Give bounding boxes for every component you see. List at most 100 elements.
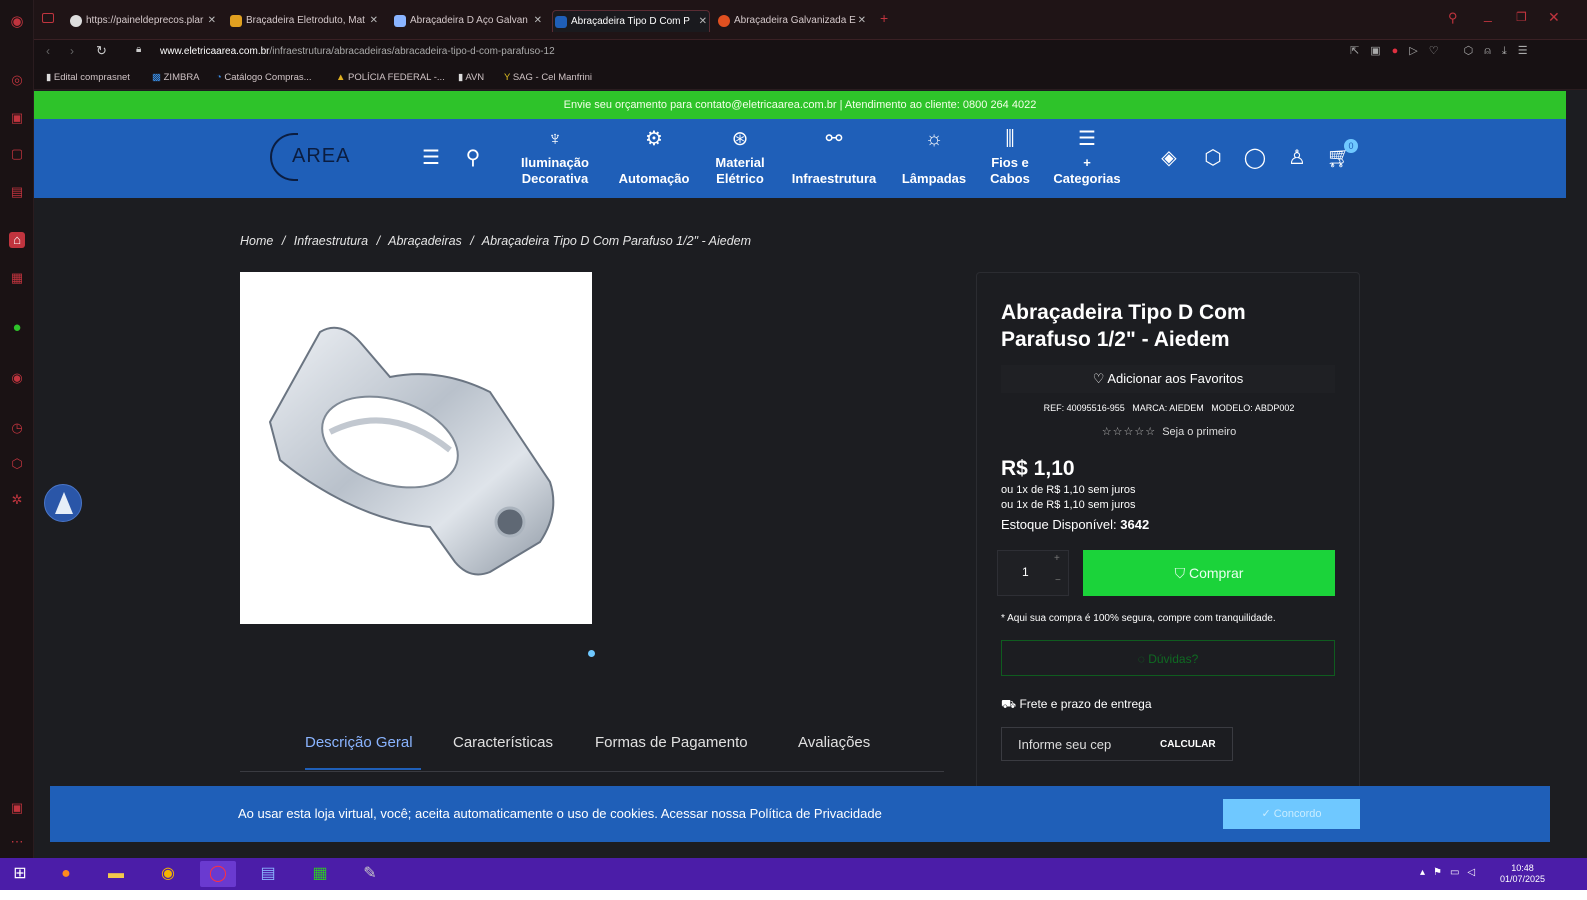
carousel-dot[interactable] bbox=[588, 650, 595, 657]
sidebar-calendar-icon[interactable]: ▤ bbox=[9, 184, 25, 200]
truck-icon: ⛟ bbox=[1001, 697, 1020, 711]
decrement-icon[interactable]: − bbox=[1055, 575, 1061, 586]
site-logo[interactable]: AREA bbox=[270, 133, 360, 181]
forward-icon[interactable]: › bbox=[70, 44, 74, 58]
history-icon[interactable]: ◷ bbox=[9, 420, 25, 436]
nav-label: Infraestrutura bbox=[791, 171, 877, 186]
breadcrumb-home[interactable]: Home bbox=[240, 234, 273, 248]
doubts-button[interactable]: ◌ Dúvidas? bbox=[1001, 640, 1335, 676]
file-explorer-icon[interactable]: ▬ bbox=[98, 861, 134, 887]
sidebar-bag-icon[interactable]: ▣ bbox=[9, 110, 25, 126]
nav-infraestrutura[interactable]: ⚯ Infraestrutura bbox=[784, 129, 884, 187]
breadcrumb-abracadeiras[interactable]: Abraçadeiras bbox=[388, 234, 462, 248]
sidebar-aria-icon[interactable]: ◎ bbox=[9, 72, 25, 88]
extensions-icon[interactable]: ⬡ bbox=[9, 456, 25, 472]
chat-icon[interactable]: ◯ bbox=[1242, 145, 1268, 171]
menu-icon[interactable]: ☰ bbox=[418, 145, 444, 171]
close-tab-icon[interactable]: ✕ bbox=[699, 11, 707, 32]
windows-start-icon[interactable]: ⊞ bbox=[2, 861, 38, 887]
brand-label: MARCA: bbox=[1132, 403, 1168, 413]
box-icon[interactable]: ⬡ bbox=[1200, 145, 1226, 171]
close-window-icon[interactable]: ✕ bbox=[1548, 9, 1560, 26]
breadcrumb-infraestrutura[interactable]: Infraestrutura bbox=[294, 234, 368, 248]
tab-caracteristicas[interactable]: Características bbox=[453, 734, 553, 751]
tab-painel-precos[interactable]: https://paineldeprecos.plar ✕ bbox=[68, 10, 218, 32]
user-icon[interactable]: ♙ bbox=[1284, 145, 1310, 171]
search-icon[interactable]: ⚲ bbox=[460, 145, 486, 171]
product-meta: REF: 40095516-955 MARCA: AIEDEM MODELO: … bbox=[977, 403, 1361, 413]
floating-avatar[interactable] bbox=[44, 484, 82, 522]
minimize-icon[interactable]: _ bbox=[1484, 6, 1492, 22]
bookmark-avn[interactable]: ▮ AVN bbox=[458, 70, 484, 86]
whatsapp-icon[interactable]: ● bbox=[9, 320, 25, 336]
nav-fios-cabos[interactable]: ⫼ Fios e Cabos bbox=[982, 129, 1038, 187]
more-icon[interactable]: ⋯ bbox=[9, 834, 25, 850]
tab-descricao[interactable]: Descrição Geral bbox=[305, 734, 413, 751]
settings-icon[interactable]: ✲ bbox=[9, 492, 25, 508]
nav-automacao[interactable]: ⚙ Automação bbox=[610, 129, 698, 187]
tab-abracadeira-aco[interactable]: Abraçadeira D Aço Galvan ✕ bbox=[392, 10, 544, 32]
add-favorites-button[interactable]: ♡ Adicionar aos Favoritos bbox=[1001, 365, 1335, 393]
bookmark-label: AVN bbox=[465, 72, 485, 83]
sidebar-home-icon[interactable]: ⌂ bbox=[9, 232, 25, 248]
rating-row[interactable]: ☆☆☆☆☆ Seja o primeiro bbox=[977, 425, 1361, 438]
quantity-stepper[interactable]: 1 + − bbox=[997, 550, 1069, 596]
sidebar-bottom-icon[interactable]: ▣ bbox=[9, 800, 25, 816]
new-tab-icon[interactable]: + bbox=[880, 10, 888, 26]
bookmarks-bar: ▮ Edital comprasnet ▩ ZIMBRA ◔ Catálogo … bbox=[34, 66, 1587, 90]
bookmark-sag[interactable]: Y SAG - Cel Manfrini bbox=[504, 70, 592, 86]
quantity-value[interactable]: 1 bbox=[1022, 565, 1029, 579]
accept-label: Concordo bbox=[1273, 808, 1322, 820]
tab-abracadeira-tipo-d[interactable]: Abraçadeira Tipo D Com P ✕ bbox=[552, 10, 710, 32]
address-bar-tools[interactable]: ⇱▣●▷♡ ⬡⍝⤓☰ bbox=[1350, 44, 1539, 58]
close-tab-icon[interactable]: ✕ bbox=[858, 10, 866, 32]
opera-taskbar-icon[interactable]: ◯ bbox=[200, 861, 236, 887]
vpn-icon[interactable]: ● bbox=[1392, 45, 1410, 57]
clamp-illustration bbox=[268, 326, 555, 576]
search-tabs-icon[interactable]: ⚲ bbox=[1448, 10, 1458, 26]
sidebar-music-icon[interactable]: ◉ bbox=[9, 370, 25, 386]
bookmark-policia[interactable]: ▲ POLÍCIA FEDERAL -... bbox=[336, 70, 445, 86]
restore-icon[interactable]: ❐ bbox=[1516, 10, 1527, 24]
bookmark-catalogo[interactable]: ◔ Catálogo Compras... bbox=[216, 70, 312, 86]
paint-icon[interactable]: ✎ bbox=[352, 861, 388, 887]
tray-icons[interactable]: ▴⚑▭◁ bbox=[1420, 867, 1483, 878]
tab-abracadeira-galvanizada[interactable]: Abraçadeira Galvanizada E ✕ bbox=[716, 10, 868, 32]
calculate-button[interactable]: CALCULAR bbox=[1160, 739, 1216, 750]
close-tab-icon[interactable]: ✕ bbox=[370, 10, 378, 32]
workspace-icon[interactable] bbox=[42, 13, 54, 23]
flame-icon[interactable]: ◈ bbox=[1156, 145, 1182, 171]
cep-input[interactable]: Informe seu cep bbox=[1018, 737, 1111, 752]
notepad-icon[interactable]: ▤ bbox=[250, 861, 286, 887]
bookmark-label: SAG - Cel Manfrini bbox=[512, 72, 592, 83]
tab-bracadeira-eletroduto[interactable]: Braçadeira Eletroduto, Mat ✕ bbox=[228, 10, 380, 32]
buy-button[interactable]: ⛉ Comprar bbox=[1083, 550, 1335, 596]
bookmark-label: ZIMBRA bbox=[163, 72, 200, 83]
taskbar: ⊞ ● ▬ ◉ ◯ ▤ ▦ ✎ ▴⚑▭◁ 10:48 01/07/2025 bbox=[0, 858, 1587, 890]
sidebar-messenger-icon[interactable]: ▢ bbox=[9, 146, 25, 162]
bookmark-label: Edital comprasnet bbox=[53, 72, 130, 83]
close-tab-icon[interactable]: ✕ bbox=[534, 10, 542, 32]
bookmark-edital[interactable]: ▮ Edital comprasnet bbox=[46, 70, 130, 86]
chrome-icon[interactable]: ◉ bbox=[150, 861, 186, 887]
product-image[interactable] bbox=[240, 272, 592, 624]
tab-formas-pagamento[interactable]: Formas de Pagamento bbox=[595, 734, 748, 751]
calc-sheet-icon[interactable]: ▦ bbox=[302, 861, 338, 887]
tab-avaliacoes[interactable]: Avaliações bbox=[798, 734, 870, 751]
nav-iluminacao[interactable]: ♆ Iluminação Decorativa bbox=[514, 129, 596, 187]
sidebar-player-icon[interactable]: ▦ bbox=[9, 270, 25, 286]
nav-material-eletrico[interactable]: ⊛ Material Elétrico bbox=[708, 129, 772, 187]
reload-icon[interactable]: ↻ bbox=[96, 43, 107, 59]
nav-lampadas[interactable]: ☼ Lâmpadas bbox=[896, 129, 972, 187]
clock[interactable]: 10:48 01/07/2025 bbox=[1500, 863, 1545, 885]
nav-categorias[interactable]: ☰ + Categorias bbox=[1046, 129, 1128, 187]
back-icon[interactable]: ‹ bbox=[46, 44, 50, 58]
cep-group: Informe seu cep CALCULAR bbox=[1001, 727, 1233, 761]
increment-icon[interactable]: + bbox=[1054, 553, 1060, 564]
firefox-icon[interactable]: ● bbox=[48, 861, 84, 887]
bookmark-zimbra[interactable]: ▩ ZIMBRA bbox=[152, 70, 200, 86]
accept-cookies-button[interactable]: ✓ Concordo bbox=[1223, 799, 1360, 829]
opera-logo-icon[interactable]: ◉ bbox=[9, 14, 25, 30]
close-tab-icon[interactable]: ✕ bbox=[208, 10, 216, 32]
url-field[interactable]: www.eletricaarea.com.br/infraestrutura/a… bbox=[160, 46, 555, 57]
